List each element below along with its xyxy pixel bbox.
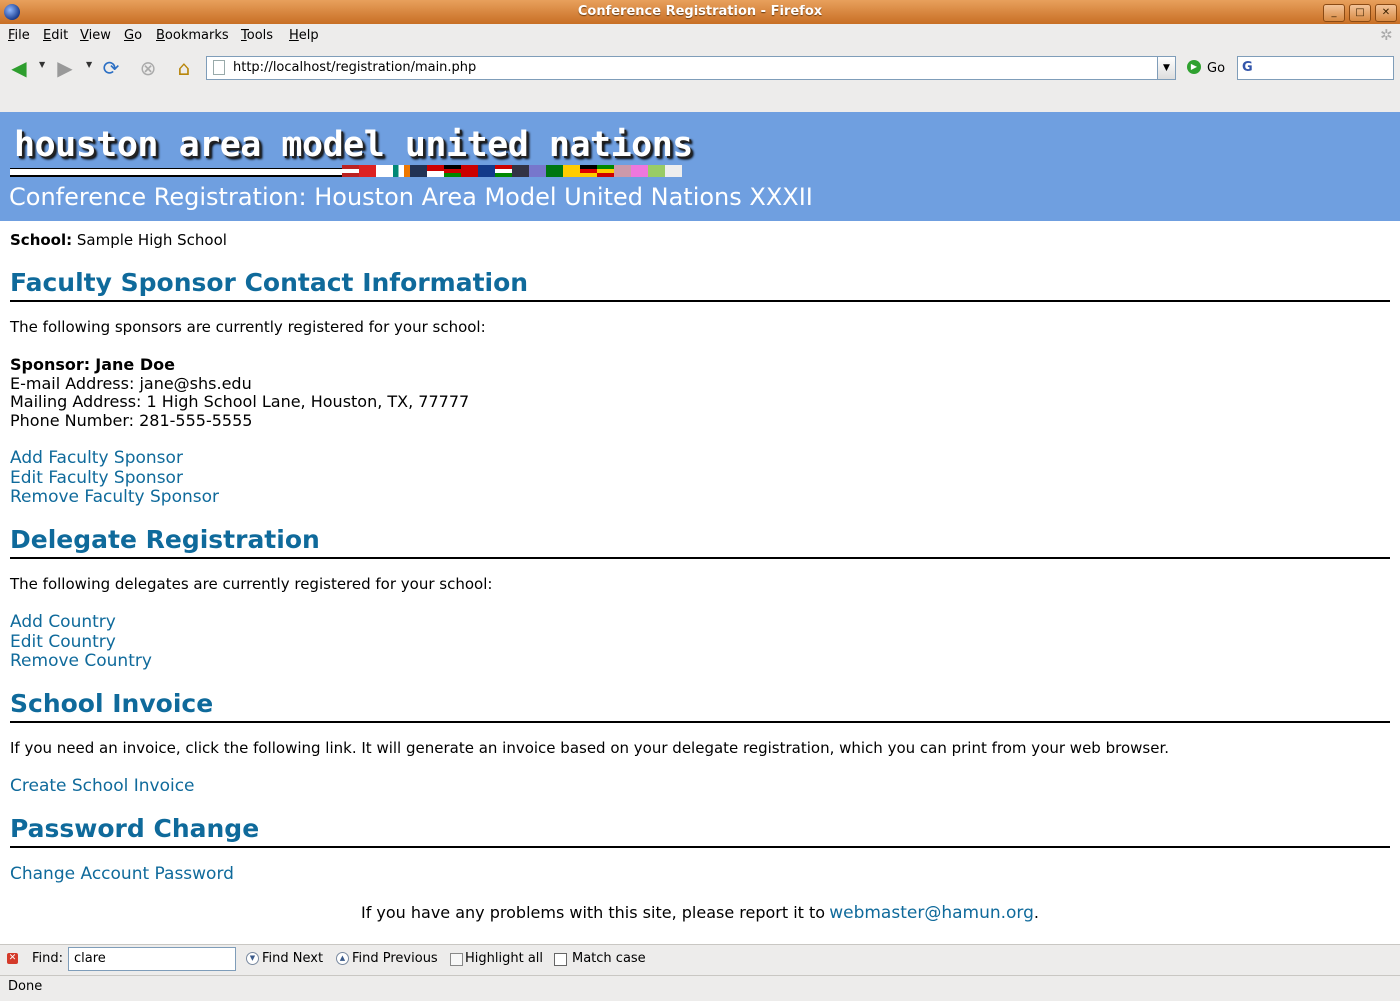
- search-engine-icon[interactable]: G: [1242, 60, 1253, 75]
- site-logo: houston area model united nations: [14, 125, 693, 165]
- match-case-label[interactable]: Match case: [572, 951, 646, 966]
- school-line: School: Sample High School: [10, 231, 227, 249]
- page-title: Conference Registration: Houston Area Mo…: [9, 183, 813, 211]
- section-divider: [10, 721, 1390, 723]
- delegate-section-heading: Delegate Registration: [10, 525, 320, 554]
- window-titlebar: Conference Registration - Firefox: [0, 0, 1400, 25]
- footer: If you have any problems with this site,…: [0, 903, 1400, 923]
- back-arrow-icon[interactable]: ◀: [6, 55, 32, 81]
- add-country-link[interactable]: Add Country: [10, 612, 116, 632]
- maximize-button[interactable]: □: [1349, 4, 1371, 22]
- sponsor-phone-line: Phone Number: 281-555-5555: [10, 411, 253, 430]
- menu-tools[interactable]: Tools: [241, 28, 273, 43]
- minimize-button[interactable]: _: [1323, 4, 1345, 22]
- password-section-heading: Password Change: [10, 814, 260, 843]
- find-next-icon[interactable]: ▼: [246, 952, 259, 965]
- footer-period: .: [1033, 903, 1040, 922]
- edit-country-link[interactable]: Edit Country: [10, 632, 116, 652]
- find-previous-icon[interactable]: ▲: [336, 952, 349, 965]
- section-divider: [10, 846, 1390, 848]
- reload-icon[interactable]: ⟳: [98, 55, 124, 81]
- sponsor-name: Jane Doe: [95, 355, 175, 374]
- window-title: Conference Registration - Firefox: [577, 4, 823, 19]
- section-divider: [10, 557, 1390, 559]
- remove-country-link[interactable]: Remove Country: [10, 651, 152, 671]
- go-arrow-icon[interactable]: ▶: [1187, 60, 1201, 74]
- search-input[interactable]: [1237, 56, 1394, 80]
- close-window-button[interactable]: ✕: [1375, 4, 1397, 22]
- highlight-all-button[interactable]: Highlight all: [465, 951, 543, 966]
- invoice-section-heading: School Invoice: [10, 689, 214, 718]
- edit-faculty-sponsor-link[interactable]: Edit Faculty Sponsor: [10, 468, 183, 488]
- back-history-dropdown-icon[interactable]: ▼: [39, 60, 45, 69]
- sponsor-name-line: Sponsor: Jane Doe: [10, 355, 175, 374]
- delegate-intro-text: The following delegates are currently re…: [10, 575, 493, 593]
- footer-text: If you have any problems with this site,…: [360, 903, 826, 922]
- sponsor-section-heading: Faculty Sponsor Contact Information: [10, 268, 529, 297]
- status-bar: [0, 975, 1400, 1001]
- school-value: Sample High School: [76, 231, 227, 249]
- find-label: Find:: [32, 951, 64, 966]
- create-school-invoice-link[interactable]: Create School Invoice: [10, 776, 195, 796]
- sponsor-email-line: E-mail Address: jane@shs.edu: [10, 374, 252, 393]
- throbber-icon: ✲: [1380, 26, 1393, 44]
- sponsor-label: Sponsor:: [10, 355, 91, 374]
- url-text: http://localhost/registration/main.php: [233, 60, 477, 75]
- match-case-checkbox[interactable]: [554, 953, 567, 966]
- find-previous-button[interactable]: Find Previous: [352, 951, 438, 966]
- go-button[interactable]: Go: [1207, 61, 1225, 76]
- add-faculty-sponsor-link[interactable]: Add Faculty Sponsor: [10, 448, 183, 468]
- section-divider: [10, 300, 1390, 302]
- page-icon: [213, 60, 225, 75]
- logo-underline: [10, 168, 342, 177]
- change-account-password-link[interactable]: Change Account Password: [10, 864, 234, 884]
- sponsor-mailing-line: Mailing Address: 1 High School Lane, Hou…: [10, 392, 470, 411]
- forward-history-dropdown-icon[interactable]: ▼: [86, 60, 92, 69]
- flags-strip-image: [342, 165, 682, 177]
- highlight-all-icon[interactable]: [450, 953, 463, 966]
- menu-view[interactable]: View: [80, 28, 111, 43]
- home-icon[interactable]: ⌂: [171, 55, 197, 81]
- menu-file[interactable]: File: [8, 28, 30, 43]
- webmaster-email-link[interactable]: webmaster@hamun.org: [829, 903, 1034, 923]
- sponsor-intro-text: The following sponsors are currently reg…: [10, 318, 486, 336]
- find-next-button[interactable]: Find Next: [262, 951, 323, 966]
- menu-help[interactable]: Help: [289, 28, 319, 43]
- school-label: School:: [10, 231, 73, 249]
- forward-arrow-icon[interactable]: ▶: [52, 55, 78, 81]
- menu-edit[interactable]: Edit: [43, 28, 68, 43]
- status-text: Done: [8, 979, 43, 994]
- menu-go[interactable]: Go: [124, 28, 142, 43]
- stop-icon[interactable]: ⊗: [135, 55, 161, 81]
- invoice-description-text: If you need an invoice, click the follow…: [10, 739, 1169, 757]
- firefox-app-icon[interactable]: [4, 4, 20, 20]
- close-findbar-icon[interactable]: ✕: [7, 953, 18, 964]
- menu-bookmarks[interactable]: Bookmarks: [156, 28, 229, 43]
- url-history-dropdown-icon[interactable]: ▼: [1157, 56, 1176, 80]
- find-input-value: clare: [74, 951, 106, 966]
- remove-faculty-sponsor-link[interactable]: Remove Faculty Sponsor: [10, 487, 219, 507]
